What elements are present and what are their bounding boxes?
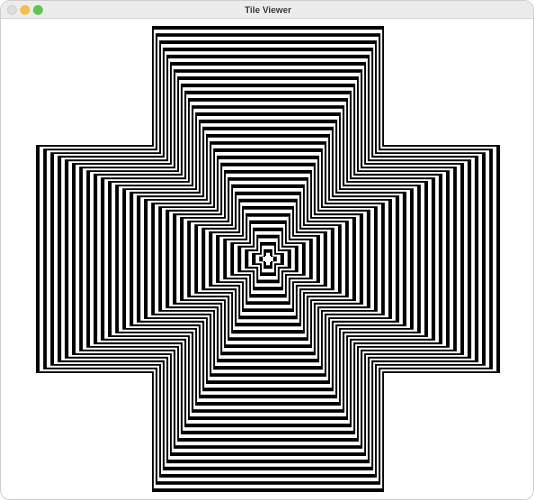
window-title: Tile Viewer <box>244 5 292 15</box>
tile-canvas <box>1 19 533 499</box>
app-window: Tile Viewer <box>0 0 534 500</box>
tile-core <box>265 256 271 262</box>
title-bar[interactable]: Tile Viewer <box>1 1 533 19</box>
tile-pattern <box>36 26 500 492</box>
